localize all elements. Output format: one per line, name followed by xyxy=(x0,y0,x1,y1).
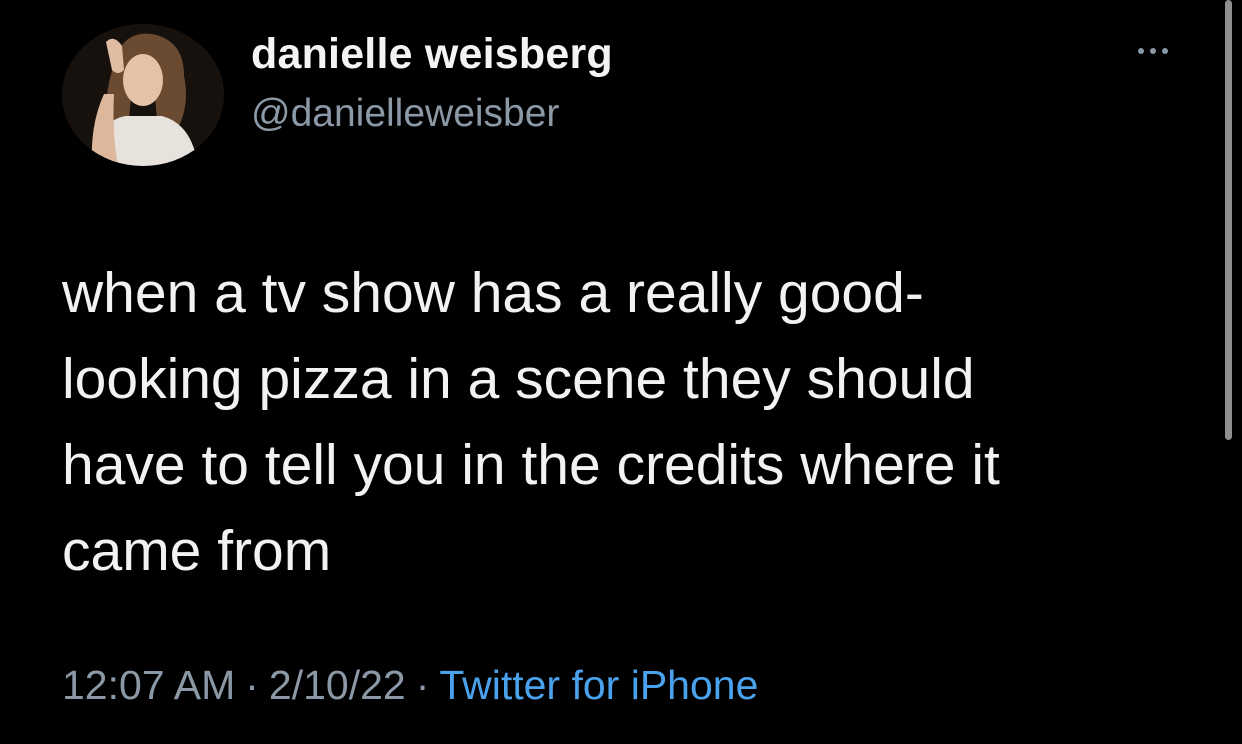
tweet-metadata: 12:07 AM · 2/10/22 · Twitter for iPhone xyxy=(62,662,758,709)
user-handle[interactable]: @danielleweisber xyxy=(251,92,559,136)
more-options-button[interactable] xyxy=(1128,36,1178,66)
tweet: danielle weisberg @danielleweisber when … xyxy=(0,0,1242,744)
tweet-date[interactable]: 2/10/22 xyxy=(269,662,406,708)
more-horizontal-icon xyxy=(1138,48,1144,54)
tweet-source-link[interactable]: Twitter for iPhone xyxy=(439,662,758,708)
avatar[interactable] xyxy=(62,24,224,166)
more-horizontal-icon-dot xyxy=(1150,48,1156,54)
tweet-text: when a tv show has a really good- lookin… xyxy=(62,261,1000,583)
meta-separator: · xyxy=(245,662,259,708)
tweet-time[interactable]: 12:07 AM xyxy=(62,662,235,708)
more-horizontal-icon-dot xyxy=(1162,48,1168,54)
avatar-image xyxy=(62,24,224,166)
meta-separator: · xyxy=(415,662,430,708)
scrollbar[interactable] xyxy=(1225,0,1232,440)
display-name[interactable]: danielle weisberg xyxy=(251,30,613,79)
